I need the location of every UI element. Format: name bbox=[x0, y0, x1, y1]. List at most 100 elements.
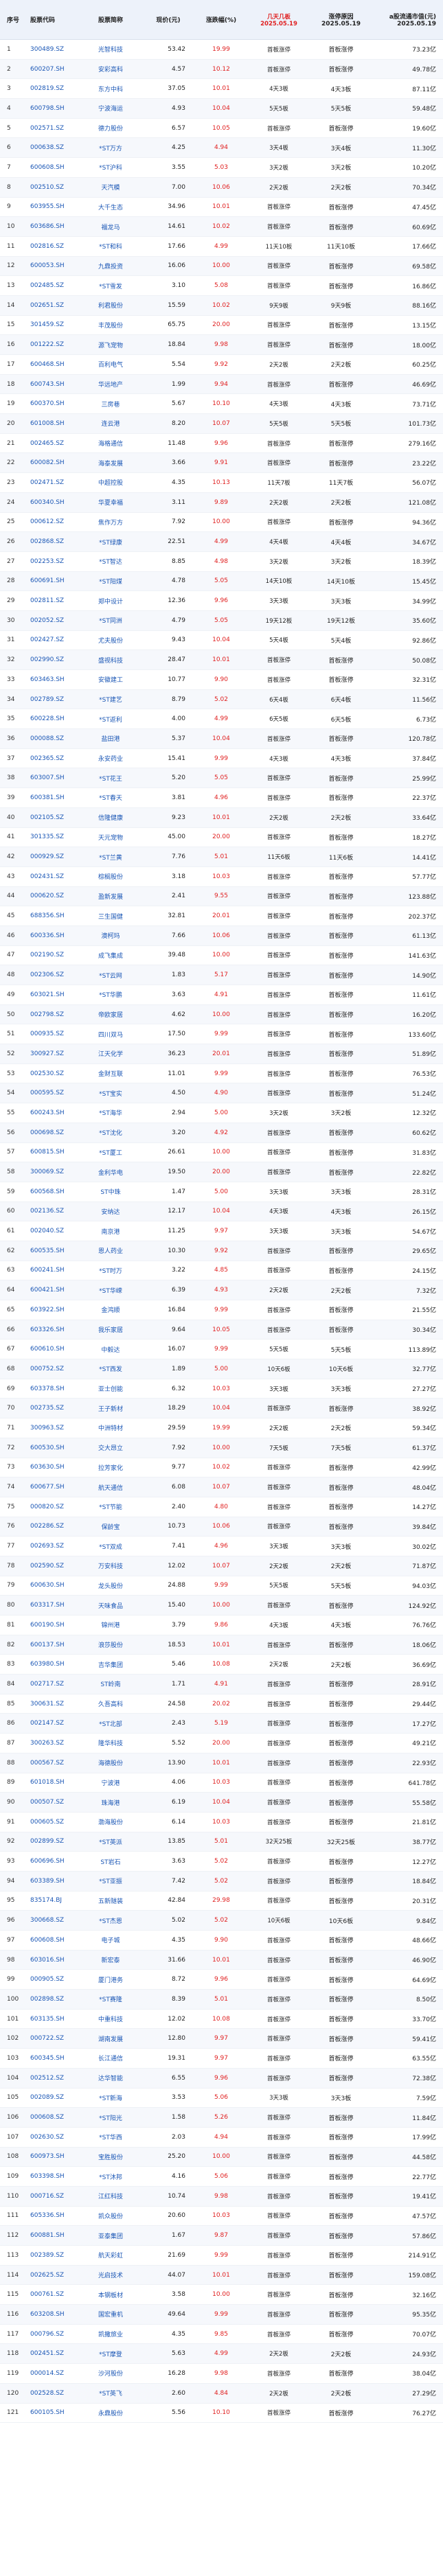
table-row[interactable]: 76 002286.SZ 保龄宝 10.73 10.06 首板涨停 首板涨停 39.84亿 bbox=[0, 1517, 443, 1537]
stock-name[interactable]: 长江通信 bbox=[77, 2054, 144, 2062]
stock-name[interactable]: *ST赛隆 bbox=[77, 1994, 144, 2003]
stock-code[interactable]: 000929.SZ bbox=[27, 853, 77, 860]
table-row[interactable]: 4 600798.SH 宁波海运 4.93 10.04 5天5板 5天5板 59.48亿 bbox=[0, 99, 443, 119]
table-row[interactable]: 86 002147.SZ *ST北部 2.43 5.19 首板涨停 首板涨停 17.27亿 bbox=[0, 1714, 443, 1734]
table-row[interactable]: 92 002899.SZ *ST英派 13.85 5.01 32天25板 32天25板 38.… bbox=[0, 1832, 443, 1852]
stock-code[interactable]: 000608.SZ bbox=[27, 2114, 77, 2121]
stock-code[interactable]: 300963.SZ bbox=[27, 1425, 77, 1431]
table-row[interactable]: 60 002136.SZ 安纳达 12.17 10.04 4天3板 4天3板 26.15亿 bbox=[0, 1201, 443, 1222]
table-row[interactable]: 120 002528.SZ *ST英飞 2.60 4.84 2天2板 2天2板 27.29亿 bbox=[0, 2383, 443, 2404]
stock-name[interactable]: 江天化学 bbox=[77, 1049, 144, 1058]
stock-name[interactable]: *ST沐邦 bbox=[77, 2172, 144, 2181]
table-row[interactable]: 95 835174.BJ 五新隧装 42.84 29.98 首板涨停 首板涨停 20.31亿 bbox=[0, 1891, 443, 1911]
stock-code[interactable]: 000620.SZ bbox=[27, 893, 77, 899]
stock-name[interactable]: *ST华鹏 bbox=[77, 990, 144, 999]
stock-code[interactable]: 002571.SZ bbox=[27, 125, 77, 132]
stock-code[interactable]: 002530.SZ bbox=[27, 1070, 77, 1077]
table-row[interactable]: 69 603378.SH 亚士创能 6.32 10.03 3天3板 3天3板 27.27亿 bbox=[0, 1379, 443, 1399]
stock-name[interactable]: 江红科技 bbox=[77, 2192, 144, 2200]
stock-name[interactable]: *ST返利 bbox=[77, 715, 144, 724]
stock-code[interactable]: 000507.SZ bbox=[27, 1799, 77, 1806]
table-row[interactable]: 30 002052.SZ *ST同洲 4.79 5.05 19天12板 19天12板 35.6… bbox=[0, 610, 443, 631]
table-row[interactable]: 65 603922.SH 金鸿顺 16.84 9.99 首板涨停 首板涨停 21.55亿 bbox=[0, 1300, 443, 1320]
table-row[interactable]: 3 002819.SZ 东方中科 37.05 10.01 4天3板 4天3板 87.11亿 bbox=[0, 79, 443, 100]
stock-code[interactable]: 600421.SH bbox=[27, 1287, 77, 1293]
stock-code[interactable]: 600381.SH bbox=[27, 794, 77, 801]
table-row[interactable]: 39 600381.SH *ST春天 3.81 4.96 首板涨停 首板涨停 22.37亿 bbox=[0, 788, 443, 808]
stock-code[interactable]: 000761.SZ bbox=[27, 2291, 77, 2298]
stock-name[interactable]: 利君股份 bbox=[77, 301, 144, 310]
stock-name[interactable]: *ST雪发 bbox=[77, 281, 144, 290]
stock-code[interactable]: 600105.SH bbox=[27, 2409, 77, 2416]
table-row[interactable]: 104 002512.SZ 达华智能 6.55 9.96 首板涨停 首板涨停 72.38亿 bbox=[0, 2068, 443, 2089]
stock-name[interactable]: 国宏重机 bbox=[77, 2310, 144, 2319]
stock-name[interactable]: 本钢板材 bbox=[77, 2290, 144, 2299]
stock-name[interactable]: 新宏泰 bbox=[77, 1955, 144, 1964]
stock-code[interactable]: 002811.SZ bbox=[27, 597, 77, 604]
stock-code[interactable]: 603980.SH bbox=[27, 1661, 77, 1668]
table-row[interactable]: 10 603686.SH 福龙马 14.61 10.02 首板涨停 首板涨停 60.69亿 bbox=[0, 217, 443, 237]
stock-code[interactable]: 002630.SZ bbox=[27, 2134, 77, 2141]
stock-name[interactable]: *ST时万 bbox=[77, 1266, 144, 1275]
stock-name[interactable]: *ST新海 bbox=[77, 2093, 144, 2102]
table-row[interactable]: 101 603135.SH 中重科技 12.02 10.08 首板涨停 首板涨停 33.70亿 bbox=[0, 2010, 443, 2029]
table-row[interactable]: 81 600190.SH 锦州港 3.79 9.86 4天3板 4天3板 76.76亿 bbox=[0, 1615, 443, 1635]
stock-name[interactable]: 渤海股份 bbox=[77, 1817, 144, 1826]
table-row[interactable]: 84 002717.SZ ST岭南 1.71 4.91 首板涨停 首板涨停 28.91亿 bbox=[0, 1675, 443, 1694]
stock-name[interactable]: 源飞宠物 bbox=[77, 341, 144, 349]
table-row[interactable]: 99 000905.SZ 厦门港务 8.72 9.96 首板涨停 首板涨停 64.69亿 bbox=[0, 1970, 443, 1990]
table-row[interactable]: 96 300668.SZ *ST杰恩 5.02 5.02 10天6板 10天6板 9.84亿 bbox=[0, 1911, 443, 1931]
table-row[interactable]: 114 002625.SZ 光启技术 44.07 10.01 首板涨停 首板涨停 159.08… bbox=[0, 2265, 443, 2286]
stock-name[interactable]: 航天通信 bbox=[77, 1483, 144, 1492]
stock-name[interactable]: 隆华科技 bbox=[77, 1738, 144, 1747]
stock-code[interactable]: 000820.SZ bbox=[27, 1504, 77, 1510]
stock-name[interactable]: *ST华嵘 bbox=[77, 1286, 144, 1295]
stock-name[interactable]: *ST节能 bbox=[77, 1502, 144, 1511]
stock-code[interactable]: 002512.SZ bbox=[27, 2075, 77, 2082]
table-row[interactable]: 64 600421.SH *ST华嵘 6.39 4.93 2天2板 2天2板 7.32亿 bbox=[0, 1280, 443, 1300]
stock-name[interactable]: 四川双马 bbox=[77, 1030, 144, 1039]
stock-name[interactable]: *ST英飞 bbox=[77, 2389, 144, 2397]
stock-code[interactable]: 002819.SZ bbox=[27, 85, 77, 92]
stock-name[interactable]: 保龄宝 bbox=[77, 1522, 144, 1531]
stock-name[interactable]: 金利华电 bbox=[77, 1168, 144, 1177]
stock-code[interactable]: 002693.SZ bbox=[27, 1543, 77, 1550]
stock-name[interactable]: 湖南发展 bbox=[77, 2034, 144, 2043]
table-row[interactable]: 74 600677.SH 航天通信 6.08 10.07 首板涨停 首板涨停 48.04亿 bbox=[0, 1477, 443, 1497]
table-row[interactable]: 105 002089.SZ *ST新海 3.53 5.06 3天3板 3天3板 7.59亿 bbox=[0, 2089, 443, 2108]
stock-name[interactable]: 亚士创能 bbox=[77, 1384, 144, 1393]
stock-code[interactable]: 600677.SH bbox=[27, 1484, 77, 1491]
stock-code[interactable]: 600468.SH bbox=[27, 361, 77, 368]
table-row[interactable]: 5 002571.SZ 德力股份 6.57 10.05 首板涨停 首板涨停 19.60亿 bbox=[0, 119, 443, 139]
stock-code[interactable]: 600743.SH bbox=[27, 381, 77, 388]
table-row[interactable]: 100 002898.SZ *ST赛隆 8.39 5.01 首板涨停 首板涨停 8.50亿 bbox=[0, 1990, 443, 2010]
stock-name[interactable]: *ST亚振 bbox=[77, 1876, 144, 1885]
stock-code[interactable]: 002040.SZ bbox=[27, 1228, 77, 1234]
stock-name[interactable]: 达华智能 bbox=[77, 2073, 144, 2082]
table-row[interactable]: 44 000620.SZ 盈新发展 2.41 9.55 首板涨停 首板涨停 123.88亿 bbox=[0, 886, 443, 907]
table-row[interactable]: 62 600535.SH 恩人药业 10.30 9.92 首板涨停 首板涨停 29.65亿 bbox=[0, 1241, 443, 1261]
table-row[interactable]: 52 300927.SZ 江天化学 36.23 20.01 首板涨停 首板涨停 51.89亿 bbox=[0, 1044, 443, 1064]
table-row[interactable]: 121 600105.SH 永鼎股份 5.56 10.10 首板涨停 首板涨停 76.27亿 bbox=[0, 2404, 443, 2424]
stock-code[interactable]: 000722.SZ bbox=[27, 2035, 77, 2042]
stock-code[interactable]: 603208.SH bbox=[27, 2311, 77, 2318]
stock-name[interactable]: *ST华西 bbox=[77, 2132, 144, 2141]
table-row[interactable]: 24 600340.SH 华夏幸福 3.11 9.89 2天2板 2天2板 121.08亿 bbox=[0, 492, 443, 513]
table-row[interactable]: 58 300069.SZ 金利华电 19.50 20.00 首板涨停 首板涨停 22.82亿 bbox=[0, 1162, 443, 1182]
stock-code[interactable]: 000796.SZ bbox=[27, 2331, 77, 2338]
table-row[interactable]: 102 000722.SZ 湖南发展 12.80 9.97 首板涨停 首板涨停 59.41亿 bbox=[0, 2029, 443, 2049]
stock-name[interactable]: *ST杰恩 bbox=[77, 1916, 144, 1925]
stock-code[interactable]: 002510.SZ bbox=[27, 184, 77, 191]
stock-name[interactable]: 天元宠物 bbox=[77, 833, 144, 842]
stock-name[interactable]: 安彩高科 bbox=[77, 65, 144, 73]
table-row[interactable]: 78 002590.SZ 万安科技 12.02 10.07 2天2板 2天2板 71.87亿 bbox=[0, 1556, 443, 1576]
stock-code[interactable]: 002105.SZ bbox=[27, 814, 77, 821]
stock-code[interactable]: 603630.SH bbox=[27, 1464, 77, 1471]
stock-name[interactable]: 安纳达 bbox=[77, 1207, 144, 1216]
stock-name[interactable]: 信隆健康 bbox=[77, 813, 144, 822]
stock-name[interactable]: 凯撒旅业 bbox=[77, 2330, 144, 2338]
stock-name[interactable]: 海德股份 bbox=[77, 1758, 144, 1767]
stock-code[interactable]: 600630.SH bbox=[27, 1582, 77, 1589]
stock-code[interactable]: 000935.SZ bbox=[27, 1031, 77, 1037]
stock-name[interactable]: *ST春天 bbox=[77, 793, 144, 802]
